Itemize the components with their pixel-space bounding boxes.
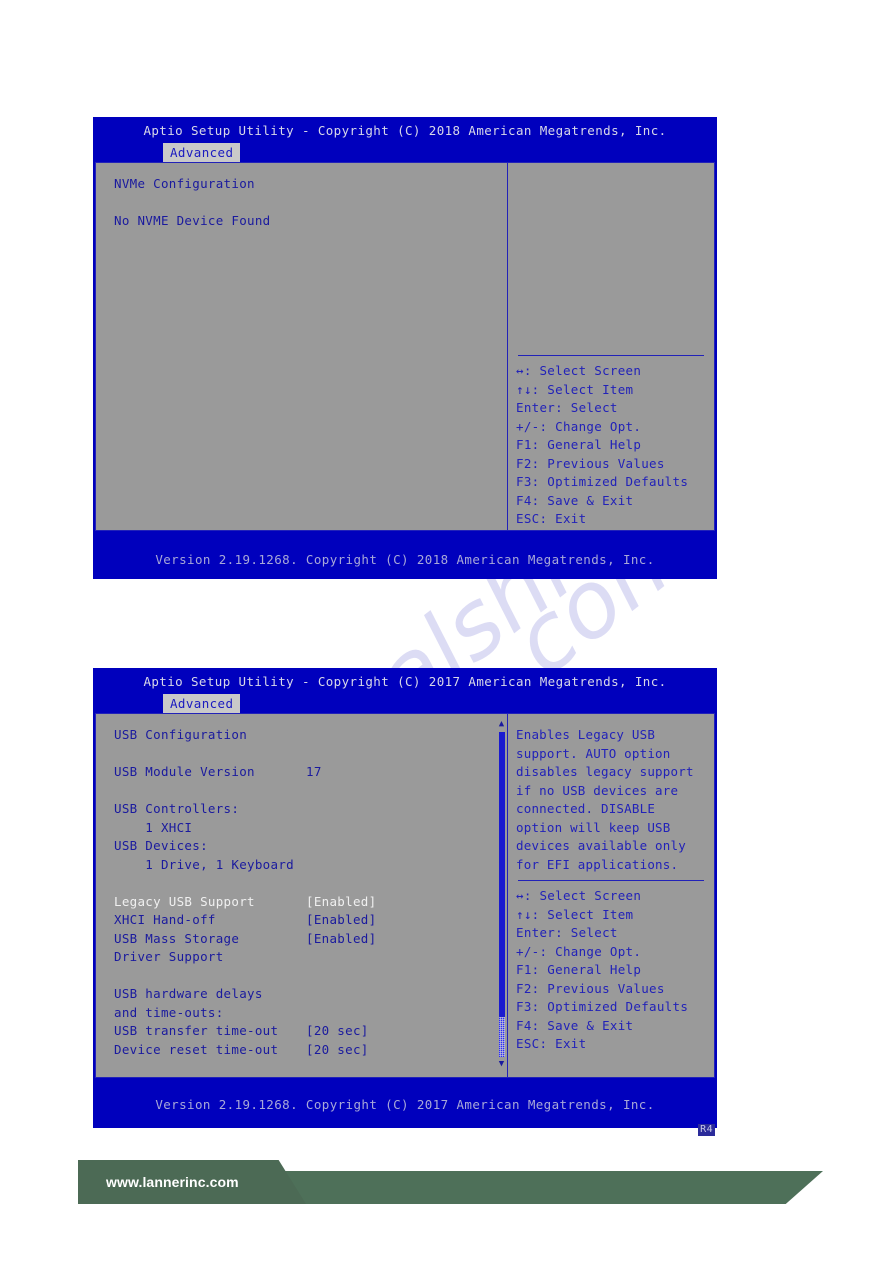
- bios-screen-nvme-configuration: Aptio Setup Utility - Copyright (C) 2018…: [93, 117, 717, 579]
- bios-body: NVMe Configuration No NVME Device Found …: [95, 162, 715, 531]
- row-driver-support-continuation: Driver Support: [114, 949, 224, 964]
- section-heading: NVMe Configuration: [114, 176, 255, 191]
- hotkey-change-opt: +/-: Change Opt.: [516, 418, 642, 434]
- label-usb-controllers: USB Controllers:: [114, 801, 240, 816]
- row-value[interactable]: [Enabled]: [306, 893, 376, 912]
- row-label: USB Module Version: [114, 764, 255, 779]
- scrollbar-track-texture: [499, 1017, 505, 1057]
- hotkey-enter-select: Enter: Select: [516, 925, 618, 940]
- scroll-down-arrow-icon[interactable]: ▼: [497, 1060, 506, 1069]
- bios-title: Aptio Setup Utility - Copyright (C) 2018…: [143, 123, 667, 138]
- bios-tab-row: Advanced: [93, 693, 717, 713]
- row-value: 17: [306, 764, 322, 779]
- hotkey-f3-optimized-defaults: F3: Optimized Defaults: [516, 999, 689, 1014]
- row-usb-mass-storage[interactable]: USB Mass Storage [Enabled]: [114, 930, 507, 949]
- settings-pane: NVMe Configuration No NVME Device Found: [96, 163, 508, 530]
- bios-version-footer: Version 2.19.1268. Copyright (C) 2018 Am…: [155, 552, 655, 567]
- hotkey-f2-previous-values: F2: Previous Values: [516, 980, 665, 996]
- label-usb-devices: USB Devices:: [114, 838, 208, 853]
- row-value[interactable]: [20 sec]: [306, 1041, 369, 1060]
- hotkey-f1-general-help: F1: General Help: [516, 962, 642, 977]
- row-label: Legacy USB Support: [114, 893, 255, 909]
- row-value[interactable]: [Enabled]: [306, 930, 376, 949]
- label-usb-hardware-delays: USB hardware delays: [114, 986, 263, 1001]
- help-description: Enables Legacy USB support. AUTO option …: [516, 727, 694, 872]
- row-value[interactable]: [20 sec]: [306, 1022, 369, 1041]
- hotkey-enter-select: Enter: Select: [516, 400, 618, 415]
- revision-badge: R4: [698, 1124, 715, 1136]
- value-usb-controllers: 1 XHCI: [114, 819, 193, 835]
- help-divider: [518, 880, 704, 881]
- hotkey-change-opt: +/-: Change Opt.: [516, 943, 642, 959]
- hotkey-legend: ↔: Select Screen ↑↓: Select Item Enter: …: [516, 887, 706, 1054]
- help-pane: ↔: Select Screen ↑↓: Select Item Enter: …: [508, 163, 714, 530]
- hotkey-f3-optimized-defaults: F3: Optimized Defaults: [516, 474, 689, 489]
- section-heading: USB Configuration: [114, 727, 248, 742]
- settings-scrollbar[interactable]: ▲ ▼: [496, 714, 507, 1077]
- scrollbar-thumb[interactable]: [499, 732, 505, 1057]
- hotkey-legend: ↔: Select Screen ↑↓: Select Item Enter: …: [516, 362, 706, 529]
- value-usb-devices: 1 Drive, 1 Keyboard: [114, 856, 294, 872]
- row-value[interactable]: [Enabled]: [306, 911, 376, 930]
- hotkey-esc-exit: ESC: Exit: [516, 511, 587, 526]
- bios-body: USB Configuration USB Module Version 17 …: [95, 713, 715, 1078]
- hotkey-f4-save-exit: F4: Save & Exit: [516, 492, 634, 508]
- row-xhci-hand-off[interactable]: XHCI Hand-off [Enabled]: [114, 911, 507, 930]
- hotkey-select-screen: ↔: Select Screen: [516, 363, 642, 378]
- bios-title: Aptio Setup Utility - Copyright (C) 2017…: [143, 674, 667, 689]
- hotkey-f1-general-help: F1: General Help: [516, 437, 642, 452]
- scroll-up-arrow-icon[interactable]: ▲: [497, 720, 506, 729]
- row-label: Device reset time-out: [114, 1041, 279, 1057]
- bios-tab-row: Advanced: [93, 142, 717, 162]
- row-label: USB transfer time-out: [114, 1023, 279, 1038]
- settings-pane: USB Configuration USB Module Version 17 …: [96, 714, 508, 1077]
- tab-advanced[interactable]: Advanced: [163, 143, 241, 162]
- help-text-area: [516, 175, 706, 349]
- hotkey-select-item: ↑↓: Select Item: [516, 381, 634, 397]
- company-website-link[interactable]: www.lannerinc.com: [106, 1174, 239, 1190]
- tab-advanced[interactable]: Advanced: [163, 694, 241, 713]
- hotkey-esc-exit: ESC: Exit: [516, 1036, 587, 1051]
- row-device-reset-time-out[interactable]: Device reset time-out [20 sec]: [114, 1041, 507, 1060]
- bios-version-footer: Version 2.19.1268. Copyright (C) 2017 Am…: [93, 1078, 717, 1136]
- hotkey-f4-save-exit: F4: Save & Exit: [516, 1017, 634, 1033]
- help-divider: [518, 355, 704, 356]
- hotkey-f2-previous-values: F2: Previous Values: [516, 455, 665, 471]
- row-label: USB Mass Storage: [114, 930, 240, 946]
- row-usb-transfer-time-out[interactable]: USB transfer time-out [20 sec]: [114, 1022, 507, 1041]
- status-message: No NVME Device Found: [114, 213, 271, 228]
- hotkey-select-screen: ↔: Select Screen: [516, 888, 642, 903]
- label-time-outs: and time-outs:: [114, 1004, 224, 1020]
- page-footer-banner: www.lannerinc.com: [0, 1152, 893, 1210]
- help-pane: Enables Legacy USB support. AUTO option …: [508, 714, 714, 1077]
- hotkey-select-item: ↑↓: Select Item: [516, 906, 634, 922]
- bios-screen-usb-configuration: Aptio Setup Utility - Copyright (C) 2017…: [93, 668, 717, 1136]
- row-label: XHCI Hand-off: [114, 912, 216, 927]
- row-usb-module-version: USB Module Version 17: [114, 763, 507, 782]
- bios-version-text: Version 2.19.1268. Copyright (C) 2017 Am…: [155, 1097, 655, 1112]
- row-legacy-usb-support[interactable]: Legacy USB Support [Enabled]: [114, 893, 507, 912]
